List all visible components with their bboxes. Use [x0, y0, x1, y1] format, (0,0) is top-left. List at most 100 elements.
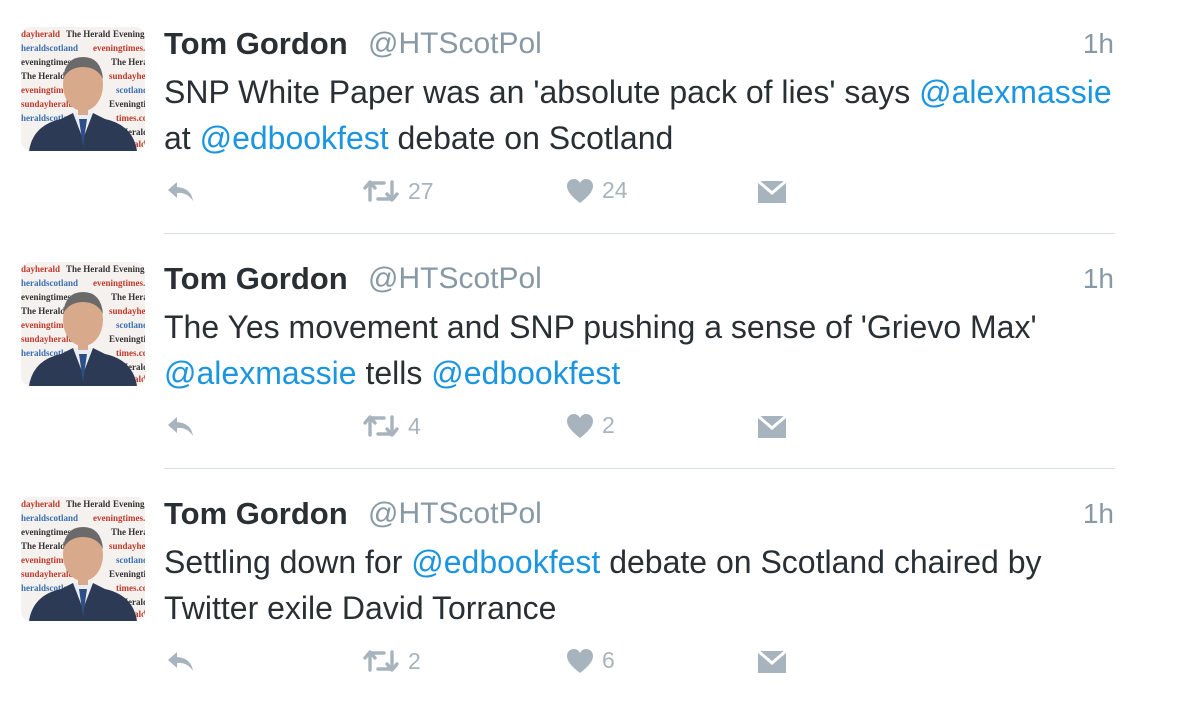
svg-text:times.co.uk: times.co.uk: [116, 583, 145, 593]
author-handle[interactable]: @HTScotPol: [368, 262, 542, 296]
svg-text:The Herald: The Herald: [66, 499, 110, 509]
direct-message-button[interactable]: [757, 650, 787, 674]
heart-icon: [567, 413, 593, 438]
like-count: 6: [602, 647, 615, 673]
retweet-count: 2: [408, 647, 421, 674]
author-name[interactable]: Tom Gordon: [164, 261, 348, 297]
svg-text:times.co.uk: times.co.uk: [116, 348, 145, 358]
tweet-text-segment: SNP White Paper was an 'absolute pack of…: [164, 74, 920, 110]
svg-text:The Herald: The Herald: [111, 292, 145, 302]
mention-link[interactable]: @edbookfest: [431, 355, 620, 391]
retweet-icon: [363, 415, 399, 437]
retweet-count: 27: [408, 177, 434, 204]
svg-text:sundayherald: sundayherald: [109, 306, 145, 316]
direct-message-button[interactable]: [757, 415, 787, 439]
heart-icon: [567, 178, 593, 203]
heart-icon: [567, 648, 593, 673]
svg-text:sundayherald: sundayherald: [21, 99, 74, 109]
retweet-count: 4: [408, 412, 421, 439]
svg-text:heraldscotland: heraldscotland: [21, 278, 78, 288]
svg-text:heraldscotland: heraldscotland: [21, 43, 78, 53]
svg-text:scotland.com: scotland.com: [116, 320, 145, 330]
author-name[interactable]: Tom Gordon: [164, 496, 348, 532]
svg-text:Eveningtimes: Eveningtimes: [109, 569, 145, 579]
svg-text:eveningtimes: eveningtimes: [21, 292, 71, 302]
author-name[interactable]: Tom Gordon: [164, 26, 348, 62]
svg-text:sundayherald: sundayherald: [109, 71, 145, 81]
svg-text:eveningtimes.co.uk: eveningtimes.co.uk: [93, 278, 145, 288]
reply-button[interactable]: [165, 647, 197, 675]
retweet-button[interactable]: 2: [362, 646, 421, 676]
svg-text:heraldscotland: heraldscotland: [21, 513, 78, 523]
svg-text:eveningtimes.co.uk: eveningtimes.co.uk: [93, 43, 145, 53]
svg-text:Evening: Evening: [113, 264, 145, 274]
svg-text:sundayherald: sundayherald: [21, 569, 74, 579]
svg-text:eveningtimes: eveningtimes: [21, 527, 71, 537]
mention-link[interactable]: @edbookfest: [411, 544, 600, 580]
tweet[interactable]: dayherald The Herald Evening heraldscotlan…: [0, 0, 1180, 235]
reply-button[interactable]: [165, 177, 197, 205]
tweet-text-segment: The Yes movement and SNP pushing a sense…: [164, 309, 1037, 345]
reply-button[interactable]: [165, 412, 197, 440]
svg-text:Eveningtimes: Eveningtimes: [109, 99, 145, 109]
timestamp[interactable]: 1h: [1083, 498, 1114, 530]
svg-text:dayherald: dayherald: [21, 264, 60, 274]
author-handle[interactable]: @HTScotPol: [368, 497, 542, 531]
tweet-text: SNP White Paper was an 'absolute pack of…: [164, 69, 1124, 161]
svg-text:The Herald: The Herald: [111, 57, 145, 67]
svg-text:Evening: Evening: [113, 499, 145, 509]
svg-text:scotland.com: scotland.com: [116, 555, 145, 565]
svg-text:The Herald: The Herald: [111, 527, 145, 537]
like-count: 24: [602, 177, 628, 203]
svg-text:The Herald: The Herald: [66, 264, 110, 274]
tweet-text-segment: debate on Scotland: [388, 120, 674, 156]
svg-text:times.co.uk: times.co.uk: [116, 113, 145, 123]
tweet-text-segment: tells: [356, 355, 432, 391]
retweet-icon: [363, 180, 399, 202]
tweet-divider: [164, 233, 1115, 234]
svg-text:dayherald: dayherald: [21, 29, 60, 39]
svg-text:eveningtimes.co.uk: eveningtimes.co.uk: [93, 513, 145, 523]
tweet[interactable]: dayherald The Herald Evening heraldscotlan…: [0, 470, 1180, 705]
avatar[interactable]: dayherald The Herald Evening heraldscotlan…: [21, 27, 145, 151]
envelope-icon: [757, 650, 787, 673]
svg-text:The Herald: The Herald: [21, 306, 65, 316]
direct-message-button[interactable]: [757, 180, 787, 204]
retweet-button[interactable]: 4: [362, 411, 421, 441]
timestamp[interactable]: 1h: [1083, 263, 1114, 295]
svg-text:Evening: Evening: [113, 29, 145, 39]
retweet-icon: [363, 650, 399, 672]
svg-text:sundayherald: sundayherald: [21, 334, 74, 344]
tweet-text-segment: at: [164, 120, 200, 156]
svg-text:Eveningtimes: Eveningtimes: [109, 334, 145, 344]
svg-text:The Herald: The Herald: [21, 541, 65, 551]
reply-icon: [168, 182, 193, 201]
svg-text:dayherald: dayherald: [21, 499, 60, 509]
like-button[interactable]: 6: [566, 647, 615, 674]
mention-link[interactable]: @alexmassie: [164, 355, 357, 391]
svg-text:The Herald: The Herald: [66, 29, 110, 39]
retweet-button[interactable]: 27: [362, 176, 434, 206]
avatar[interactable]: dayherald The Herald Evening heraldscotlan…: [21, 262, 145, 386]
tweet-text: The Yes movement and SNP pushing a sense…: [164, 304, 1124, 396]
mention-link[interactable]: @alexmassie: [919, 74, 1112, 110]
avatar[interactable]: dayherald The Herald Evening heraldscotlan…: [21, 497, 145, 621]
reply-icon: [168, 652, 193, 671]
mention-link[interactable]: @edbookfest: [200, 120, 389, 156]
reply-icon: [168, 417, 193, 436]
svg-text:sundayherald: sundayherald: [109, 541, 145, 551]
timestamp[interactable]: 1h: [1083, 28, 1114, 60]
svg-text:The Herald: The Herald: [21, 71, 65, 81]
svg-text:scotland.com: scotland.com: [116, 85, 145, 95]
tweet-text-segment: Settling down for: [164, 544, 412, 580]
author-handle[interactable]: @HTScotPol: [368, 27, 542, 61]
like-button[interactable]: 24: [566, 177, 628, 204]
tweet[interactable]: dayherald The Herald Evening heraldscotlan…: [0, 235, 1180, 470]
svg-text:eveningtimes: eveningtimes: [21, 57, 71, 67]
like-button[interactable]: 2: [566, 412, 615, 439]
envelope-icon: [757, 415, 787, 438]
like-count: 2: [602, 412, 615, 438]
envelope-icon: [757, 180, 787, 203]
tweet-divider: [164, 468, 1115, 469]
tweet-text: Settling down for @edbookfest debate on …: [164, 539, 1124, 631]
